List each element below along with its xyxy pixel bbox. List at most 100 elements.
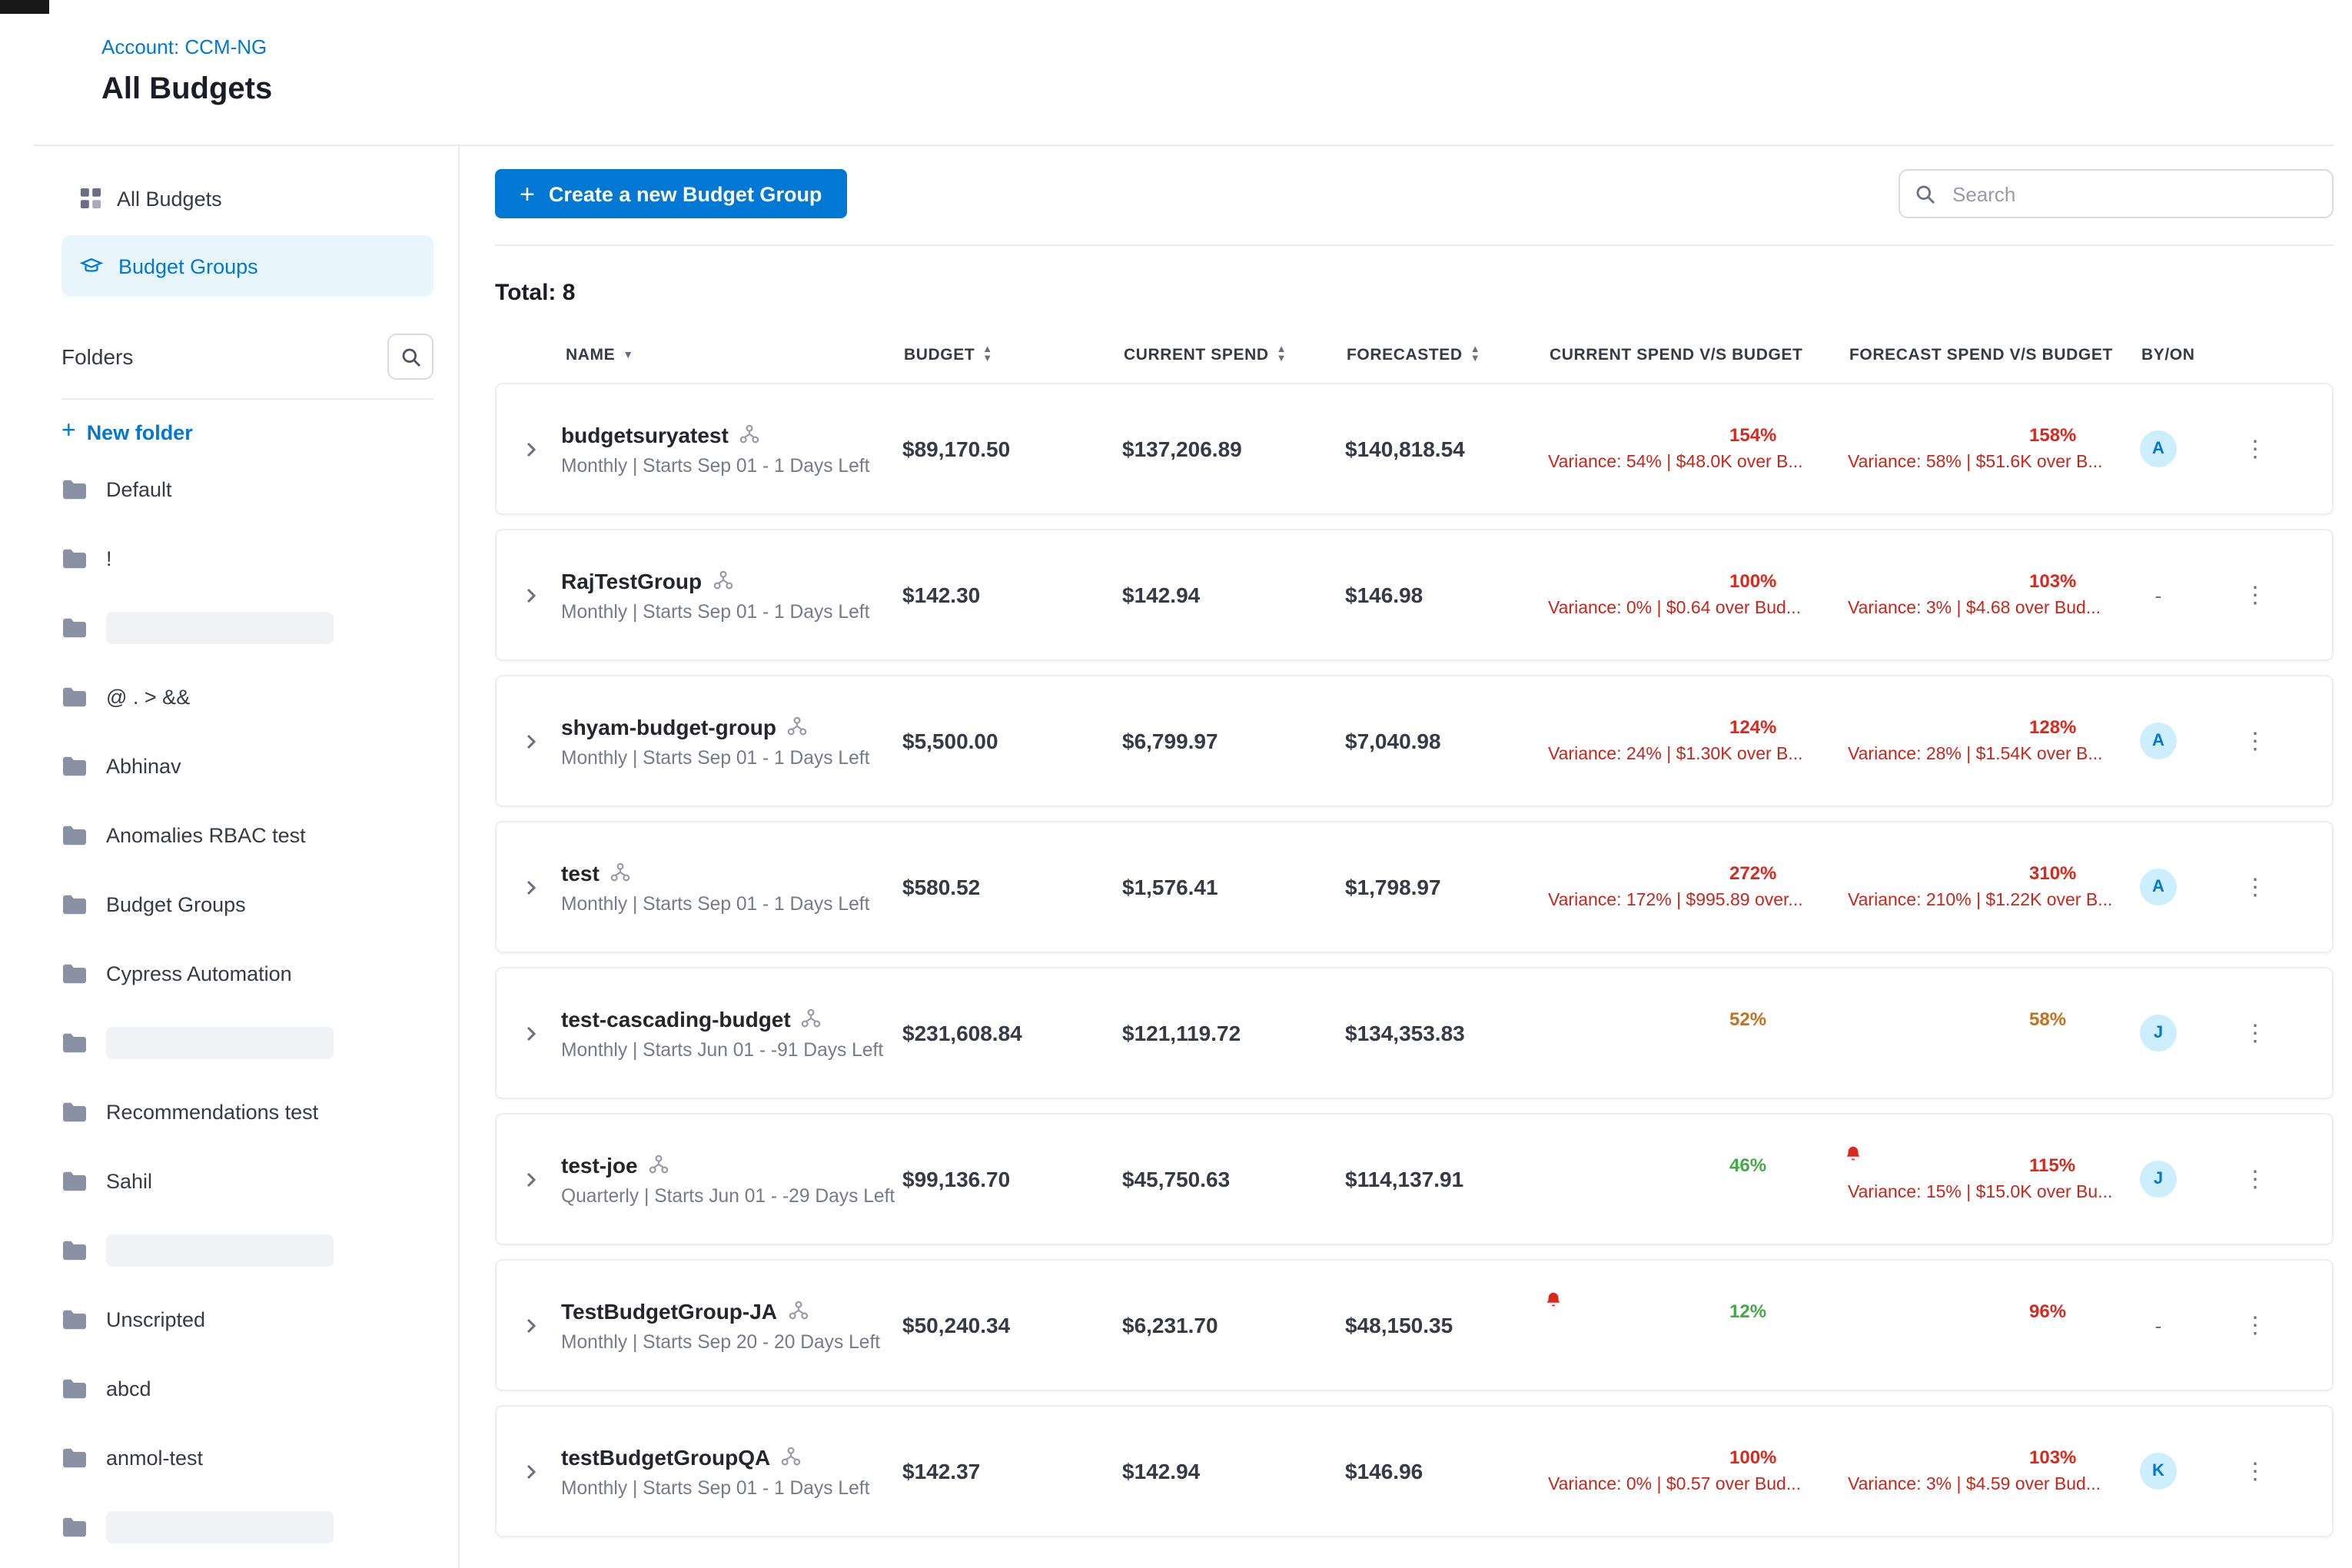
forecast-vs-budget-cell: 310% Variance: 210% | $1.22K over B... bbox=[1848, 860, 2140, 914]
forecasted-amount: $48,150.35 bbox=[1345, 1313, 1548, 1337]
folders-header: Folders bbox=[61, 334, 434, 400]
row-menu-button[interactable]: ⋮ bbox=[2237, 577, 2273, 613]
folder-item[interactable]: Anomalies RBAC test bbox=[61, 801, 434, 870]
column-label: FORECAST SPEND V/S BUDGET bbox=[1849, 346, 2113, 364]
menu-cell: ⋮ bbox=[2224, 1015, 2286, 1051]
budget-group-name[interactable]: test-cascading-budget bbox=[561, 1006, 791, 1031]
sidebar-item-all-budgets[interactable]: All Budgets bbox=[61, 168, 434, 229]
folder-item[interactable] bbox=[61, 1493, 434, 1562]
folder-item[interactable] bbox=[61, 593, 434, 663]
folder-icon bbox=[61, 686, 88, 709]
row-menu-button[interactable]: ⋮ bbox=[2237, 869, 2273, 905]
forecast-vs-budget-pct: 103% bbox=[2029, 1446, 2076, 1467]
current-spend-amount: $121,119.72 bbox=[1122, 1021, 1345, 1045]
expand-chevron-icon[interactable] bbox=[524, 1317, 540, 1334]
row-menu-button[interactable]: ⋮ bbox=[2237, 1453, 2273, 1489]
row-menu-button[interactable]: ⋮ bbox=[2237, 1015, 2273, 1051]
search-input[interactable] bbox=[1949, 181, 2317, 207]
column-header-current-spend[interactable]: CURRENT SPEND ▲▼ bbox=[1124, 346, 1347, 364]
folder-item[interactable]: Recommendations test bbox=[61, 1078, 434, 1147]
budget-group-name[interactable]: shyam-budget-group bbox=[561, 714, 776, 739]
folder-item[interactable]: Budget Groups bbox=[61, 870, 434, 939]
budget-period: Monthly | Starts Sep 20 - 20 Days Left bbox=[561, 1330, 902, 1352]
budget-group-row[interactable]: test-joe Quarterly | Starts Jun 01 - -29… bbox=[495, 1113, 2334, 1245]
budget-group-row[interactable]: shyam-budget-group Monthly | Starts Sep … bbox=[495, 675, 2334, 807]
toolbar: + Create a new Budget Group bbox=[495, 146, 2334, 246]
folder-icon bbox=[61, 478, 88, 501]
budget-group-icon bbox=[80, 256, 103, 276]
folder-item[interactable]: abcd bbox=[61, 1354, 434, 1423]
forecast-vs-budget-pct: 96% bbox=[2029, 1300, 2066, 1321]
expand-chevron-icon[interactable] bbox=[524, 733, 540, 749]
table-header-row: NAME ▼ BUDGET ▲▼ CURRENT SPEND ▲▼ FORECA… bbox=[495, 346, 2334, 364]
current-vs-budget-cell: 52% bbox=[1548, 1006, 1848, 1060]
column-label: NAME bbox=[566, 346, 615, 364]
column-header-budget[interactable]: BUDGET ▲▼ bbox=[904, 346, 1124, 364]
byon-cell: A bbox=[2140, 723, 2224, 759]
budget-group-table: budgetsuryatest Monthly | Starts Sep 01 … bbox=[495, 383, 2334, 1537]
row-menu-button[interactable]: ⋮ bbox=[2237, 1307, 2273, 1343]
expand-chevron-icon[interactable] bbox=[524, 1171, 540, 1188]
row-menu-button[interactable]: ⋮ bbox=[2237, 723, 2273, 759]
name-cell: shyam-budget-group Monthly | Starts Sep … bbox=[561, 714, 902, 768]
budget-group-name[interactable]: RajTestGroup bbox=[561, 568, 702, 593]
row-menu-button[interactable]: ⋮ bbox=[2237, 431, 2273, 467]
column-header-name[interactable]: NAME ▼ bbox=[566, 346, 904, 364]
current-vs-budget-pct: 272% bbox=[1729, 862, 1776, 883]
sidebar-item-budget-groups[interactable]: Budget Groups bbox=[61, 235, 434, 297]
folder-item[interactable]: Cypress Automation bbox=[61, 939, 434, 1008]
budget-period: Monthly | Starts Sep 01 - 1 Days Left bbox=[561, 746, 902, 768]
budget-group-row[interactable]: test-cascading-budget Monthly | Starts J… bbox=[495, 967, 2334, 1099]
budget-group-name[interactable]: budgetsuryatest bbox=[561, 422, 729, 447]
folder-icon bbox=[61, 1239, 88, 1262]
folder-item[interactable]: anmol-test bbox=[61, 1423, 434, 1493]
budget-group-row[interactable]: budgetsuryatest Monthly | Starts Sep 01 … bbox=[495, 383, 2334, 515]
budget-group-row[interactable]: test Monthly | Starts Sep 01 - 1 Days Le… bbox=[495, 821, 2334, 953]
budget-group-name[interactable]: test bbox=[561, 860, 600, 885]
current-vs-budget-cell: 12% bbox=[1548, 1298, 1848, 1352]
owner-avatar: A bbox=[2140, 869, 2177, 905]
folder-item[interactable]: Unscripted bbox=[61, 1285, 434, 1354]
new-folder-button[interactable]: + New folder bbox=[61, 418, 434, 446]
search-box bbox=[1899, 169, 2334, 218]
budget-group-row[interactable]: RajTestGroup Monthly | Starts Sep 01 - 1… bbox=[495, 529, 2334, 661]
folder-item[interactable] bbox=[61, 1008, 434, 1078]
expand-chevron-icon[interactable] bbox=[524, 1025, 540, 1041]
folder-search-button[interactable] bbox=[387, 334, 434, 380]
folder-item[interactable]: Default bbox=[61, 455, 434, 524]
budget-group-name[interactable]: test-joe bbox=[561, 1152, 638, 1177]
page-title: All Budgets bbox=[101, 72, 2334, 108]
budget-group-row[interactable]: TestBudgetGroup-JA Monthly | Starts Sep … bbox=[495, 1259, 2334, 1391]
row-menu-button[interactable]: ⋮ bbox=[2237, 1161, 2273, 1197]
budget-group-name[interactable]: testBudgetGroupQA bbox=[561, 1444, 770, 1469]
page-header: Account: CCM-NG All Budgets bbox=[34, 0, 2334, 146]
folder-item[interactable]: Sahil bbox=[61, 1147, 434, 1216]
forecast-vs-budget-cell: 58% bbox=[1848, 1006, 2140, 1060]
expand-chevron-icon[interactable] bbox=[524, 879, 540, 895]
folder-item[interactable] bbox=[61, 1216, 434, 1285]
folder-item[interactable]: ! bbox=[61, 524, 434, 593]
create-budget-group-button[interactable]: + Create a new Budget Group bbox=[495, 169, 846, 218]
budget-group-name[interactable]: TestBudgetGroup-JA bbox=[561, 1298, 777, 1323]
owner-avatar: A bbox=[2140, 723, 2177, 759]
current-vs-budget-cell: 154% Variance: 54% | $48.0K over B... bbox=[1548, 422, 1848, 476]
create-button-label: Create a new Budget Group bbox=[549, 182, 822, 205]
menu-cell: ⋮ bbox=[2224, 577, 2286, 613]
budget-amount: $142.30 bbox=[902, 583, 1122, 607]
expand-chevron-icon[interactable] bbox=[524, 1463, 540, 1480]
budget-group-row[interactable]: testBudgetGroupQA Monthly | Starts Sep 0… bbox=[495, 1405, 2334, 1537]
expand-chevron-icon[interactable] bbox=[524, 586, 540, 603]
expand-chevron-icon[interactable] bbox=[524, 440, 540, 457]
group-icon bbox=[649, 1154, 669, 1174]
current-vs-budget-pct: 154% bbox=[1729, 424, 1776, 445]
budget-amount: $5,500.00 bbox=[902, 729, 1122, 753]
all-budgets-page: Account: CCM-NG All Budgets All Budgets bbox=[0, 0, 2352, 1568]
account-breadcrumb-link[interactable]: Account: CCM-NG bbox=[101, 35, 267, 58]
folder-item[interactable]: @ . > && bbox=[61, 663, 434, 732]
forecast-vs-budget-cell: 103% Variance: 3% | $4.68 over Bud... bbox=[1848, 568, 2140, 622]
folder-item[interactable]: Abhinav bbox=[61, 732, 434, 801]
column-header-forecasted[interactable]: FORECASTED ▲▼ bbox=[1347, 346, 1550, 364]
byon-cell: J bbox=[2140, 1015, 2224, 1051]
folder-item[interactable] bbox=[61, 1562, 434, 1568]
current-variance-text: Variance: 54% | $48.0K over B... bbox=[1548, 453, 1848, 476]
